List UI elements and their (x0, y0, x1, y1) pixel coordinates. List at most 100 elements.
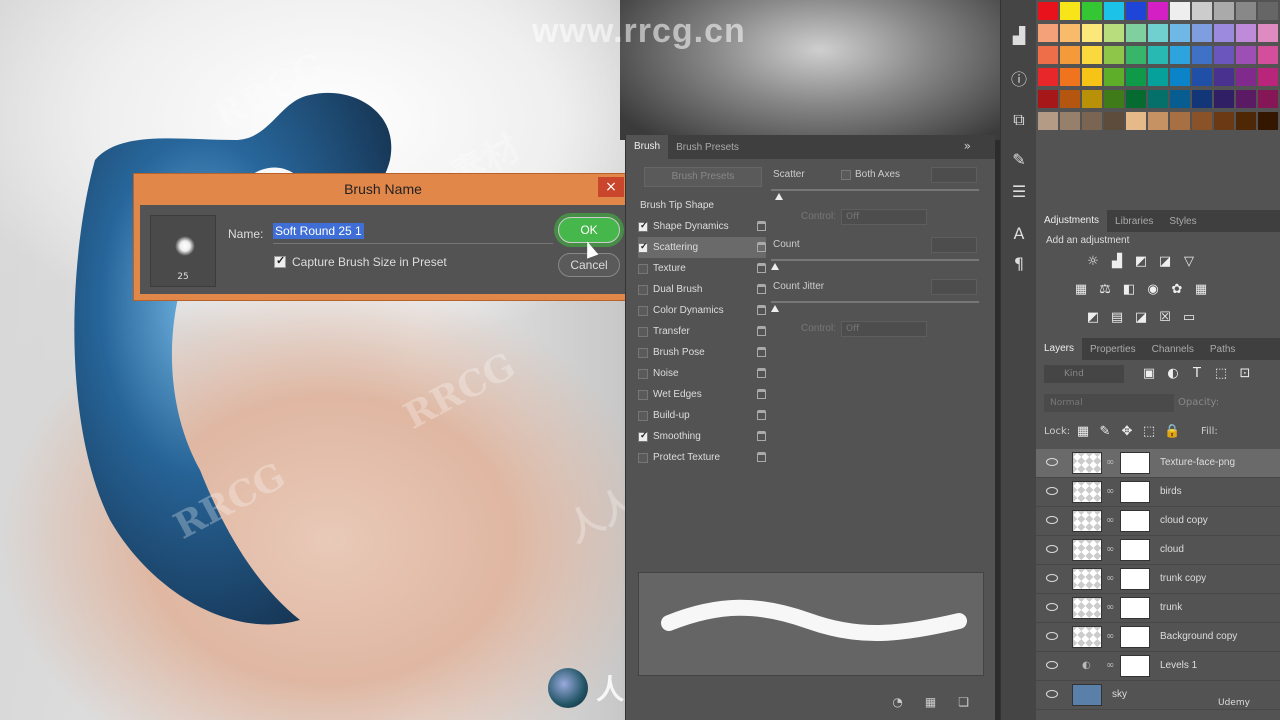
color-swatch[interactable] (1170, 68, 1190, 86)
black-white-icon[interactable]: ◧ (1122, 283, 1136, 297)
color-swatch[interactable] (1104, 90, 1124, 108)
color-swatch[interactable] (1258, 2, 1278, 20)
control-select[interactable]: Off (841, 209, 927, 225)
layer-mask-thumbnail[interactable] (1120, 452, 1150, 474)
color-swatch[interactable] (1148, 68, 1168, 86)
hue-saturation-icon[interactable]: ▦ (1074, 283, 1088, 297)
option-checkbox[interactable] (638, 326, 648, 337)
eye-icon[interactable] (1046, 690, 1058, 698)
vibrance-icon[interactable]: ▽ (1182, 255, 1196, 269)
layer-filter-input[interactable]: Kind (1044, 365, 1124, 383)
option-dual-brush[interactable]: Dual Brush (638, 279, 766, 300)
color-swatch[interactable] (1258, 90, 1278, 108)
brightness-icon[interactable]: ☼ (1086, 255, 1100, 269)
link-chain-icon[interactable]: ∞ (1106, 515, 1114, 526)
option-checkbox[interactable] (638, 263, 648, 274)
color-swatch[interactable] (1038, 46, 1058, 64)
color-swatch[interactable] (1126, 68, 1146, 86)
lock-position-icon[interactable]: ✥ (1120, 425, 1134, 439)
color-swatch[interactable] (1126, 112, 1146, 130)
color-swatch[interactable] (1038, 24, 1058, 42)
color-swatch[interactable] (1148, 90, 1168, 108)
exposure-icon[interactable]: ◪ (1158, 255, 1172, 269)
blend-mode-select[interactable]: Normal (1044, 394, 1174, 412)
count-value-field[interactable] (931, 237, 977, 253)
tab-paths[interactable]: Paths (1202, 344, 1244, 355)
color-swatch[interactable] (1038, 90, 1058, 108)
both-axes-checkbox[interactable] (841, 170, 851, 180)
color-swatch[interactable] (1170, 46, 1190, 64)
color-swatch[interactable] (1082, 24, 1102, 42)
color-swatch[interactable] (1060, 2, 1080, 20)
link-chain-icon[interactable]: ∞ (1106, 486, 1114, 497)
color-swatch[interactable] (1060, 90, 1080, 108)
color-swatch[interactable] (1170, 90, 1190, 108)
capture-size-checkbox[interactable] (274, 254, 286, 268)
lock-icon[interactable] (757, 389, 766, 399)
lock-icon[interactable] (757, 431, 766, 441)
color-swatch[interactable] (1082, 90, 1102, 108)
eye-icon[interactable] (1046, 458, 1058, 466)
layer-mask-thumbnail[interactable] (1120, 655, 1150, 677)
color-swatch[interactable] (1126, 90, 1146, 108)
layer-row[interactable]: ∞ birds (1036, 478, 1280, 507)
lock-icon[interactable] (757, 242, 766, 252)
color-swatch[interactable] (1082, 2, 1102, 20)
curves-icon[interactable]: ◩ (1134, 255, 1148, 269)
channel-mixer-icon[interactable]: ✿ (1170, 283, 1184, 297)
layer-mask-thumbnail[interactable] (1120, 510, 1150, 532)
eye-icon[interactable] (1046, 516, 1058, 524)
brush-icon[interactable]: ✎ (1001, 150, 1037, 169)
count-slider-thumb[interactable] (771, 263, 779, 270)
option-checkbox[interactable] (638, 284, 648, 295)
lock-all-icon[interactable]: 🔒 (1164, 425, 1180, 439)
threshold-icon[interactable]: ◪ (1134, 311, 1148, 325)
link-chain-icon[interactable]: ∞ (1106, 660, 1114, 671)
link-chain-icon[interactable]: ∞ (1106, 631, 1114, 642)
layer-row[interactable]: ∞ Background copy (1036, 623, 1280, 652)
color-swatch[interactable] (1104, 112, 1124, 130)
tab-styles[interactable]: Styles (1161, 216, 1204, 227)
photo-filter-icon[interactable]: ◉ (1146, 283, 1160, 297)
filter-pixel-icon[interactable]: ▣ (1142, 367, 1156, 381)
lock-icon[interactable] (757, 263, 766, 273)
color-swatch[interactable] (1192, 46, 1212, 64)
scatter-slider[interactable] (771, 189, 979, 191)
lock-icon[interactable] (757, 326, 766, 336)
link-chain-icon[interactable]: ∞ (1106, 544, 1114, 555)
lock-icon[interactable] (757, 284, 766, 294)
color-swatch[interactable] (1258, 24, 1278, 42)
invert-icon[interactable]: ◩ (1086, 311, 1100, 325)
color-swatch[interactable] (1170, 112, 1190, 130)
scatter-value-field[interactable] (931, 167, 977, 183)
color-swatch[interactable] (1038, 112, 1058, 130)
levels-icon[interactable]: ▟ (1110, 255, 1124, 269)
color-swatch[interactable] (1082, 46, 1102, 64)
count-jitter-slider[interactable] (771, 301, 979, 303)
color-swatch[interactable] (1236, 68, 1256, 86)
filter-smart-object-icon[interactable]: ⊡ (1238, 367, 1252, 381)
color-swatch[interactable] (1236, 2, 1256, 20)
link-chain-icon[interactable]: ∞ (1106, 573, 1114, 584)
color-swatch[interactable] (1038, 2, 1058, 20)
layer-mask-thumbnail[interactable] (1120, 539, 1150, 561)
color-swatch[interactable] (1060, 68, 1080, 86)
option-checkbox[interactable] (638, 305, 648, 316)
color-swatch[interactable] (1126, 24, 1146, 42)
option-checkbox[interactable] (638, 410, 648, 421)
info-icon[interactable]: ⓘ (1001, 66, 1037, 90)
sliders-icon[interactable]: ☰ (1001, 182, 1037, 201)
color-swatch[interactable] (1148, 24, 1168, 42)
count-jitter-value-field[interactable] (931, 279, 977, 295)
option-noise[interactable]: Noise (638, 363, 766, 384)
layer-mask-thumbnail[interactable] (1120, 597, 1150, 619)
tab-adjustments[interactable]: Adjustments (1036, 209, 1108, 233)
color-swatch[interactable] (1214, 46, 1234, 64)
color-swatch[interactable] (1104, 68, 1124, 86)
option-protect-texture[interactable]: Protect Texture (638, 447, 766, 468)
eye-icon[interactable] (1046, 574, 1058, 582)
color-swatch[interactable] (1104, 2, 1124, 20)
filter-type-icon[interactable]: T (1190, 367, 1204, 381)
eye-icon[interactable] (1046, 661, 1058, 669)
lock-icon[interactable] (757, 221, 766, 231)
